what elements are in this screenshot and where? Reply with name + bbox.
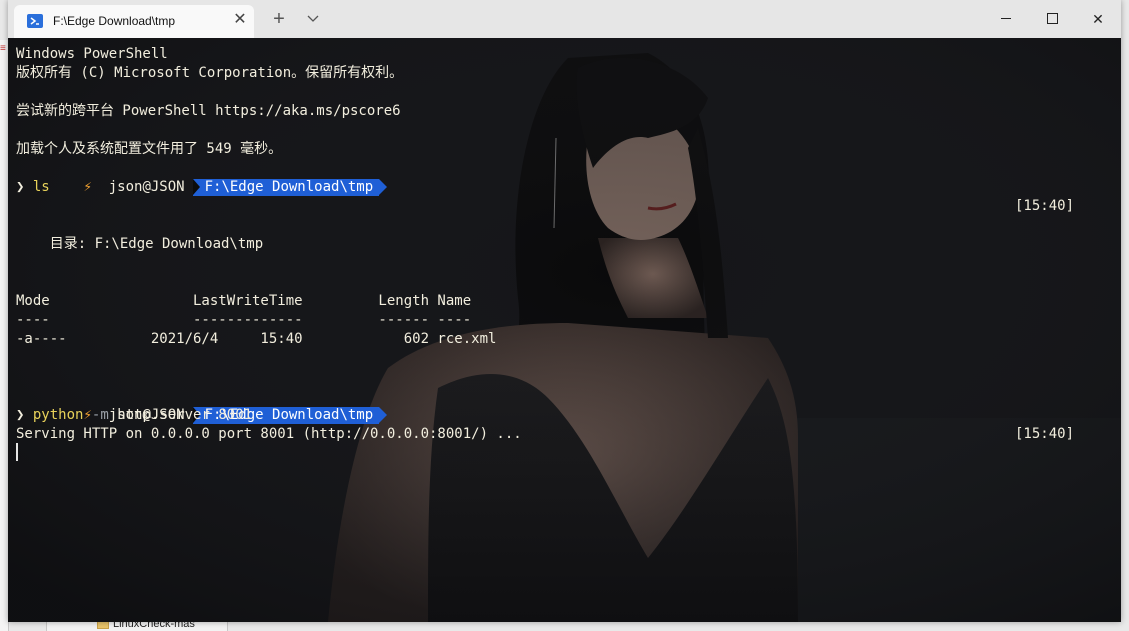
bolt-icon: ⚡ [83,179,92,195]
chevron-icon: ❯ [16,179,25,195]
prompt-user: json@JSON [108,179,185,195]
tab-close-icon[interactable]: ✕ [232,12,248,28]
command-args: http.server 8001 [117,407,253,423]
terminal-window: F:\Edge Download\tmp ✕ + ✕ Windows Power… [8,0,1121,622]
tab-powershell[interactable]: F:\Edge Download\tmp ✕ [14,5,254,38]
prompt-path: F:\Edge Download\tmp [192,179,387,196]
banner-line: 版权所有 (C) Microsoft Corporation。保留所有权利。 [16,65,404,81]
command-line: ❯ ls [16,178,50,197]
command-flag: -m [91,407,109,423]
chevron-down-icon[interactable] [304,10,322,28]
table-header: Mode LastWriteTime Length Name [16,293,472,309]
minimize-button[interactable] [983,0,1029,38]
banner-line: 加载个人及系统配置文件用了 549 毫秒。 [16,141,283,157]
new-tab-button[interactable]: + [270,9,288,29]
directory-line: 目录: F:\Edge Download\tmp [16,236,264,252]
prompt-time: [15:40] [1015,426,1075,442]
command-line: ❯ python -m http.server 8001 [16,406,252,425]
server-output: Serving HTTP on 0.0.0.0 port 8001 (http:… [16,426,522,442]
terminal-output: Windows PowerShell 版权所有 (C) Microsoft Co… [16,45,1116,442]
banner-line: Windows PowerShell [16,46,168,62]
powershell-icon [27,14,43,28]
minimize-icon [1001,18,1011,19]
table-rule: ---- ------------- ------ ---- [16,312,472,328]
table-row: -a---- 2021/6/4 15:40 602 rce.xml [16,331,497,347]
maximize-icon [1047,13,1058,24]
chevron-icon: ❯ [16,407,25,423]
command-program: python [32,407,84,423]
close-window-button[interactable]: ✕ [1075,0,1121,38]
maximize-button[interactable] [1029,0,1075,38]
title-bar[interactable]: F:\Edge Download\tmp ✕ + ✕ [8,0,1121,38]
banner-line: 尝试新的跨平台 PowerShell https://aka.ms/pscore… [16,103,401,119]
tab-title: F:\Edge Download\tmp [53,14,176,28]
terminal-content[interactable]: Windows PowerShell 版权所有 (C) Microsoft Co… [8,38,1121,622]
prompt-line: ⚡ json@JSON F:\Edge Download\tmp [15:40] [16,387,1074,442]
text-cursor [16,443,18,461]
behind-window-icon: ≡ [0,43,6,54]
prompt-line: ⚡ json@JSON F:\Edge Download\tmp [15:40] [16,159,1074,214]
command-text: ls [32,179,50,195]
prompt-time: [15:40] [1015,198,1075,214]
